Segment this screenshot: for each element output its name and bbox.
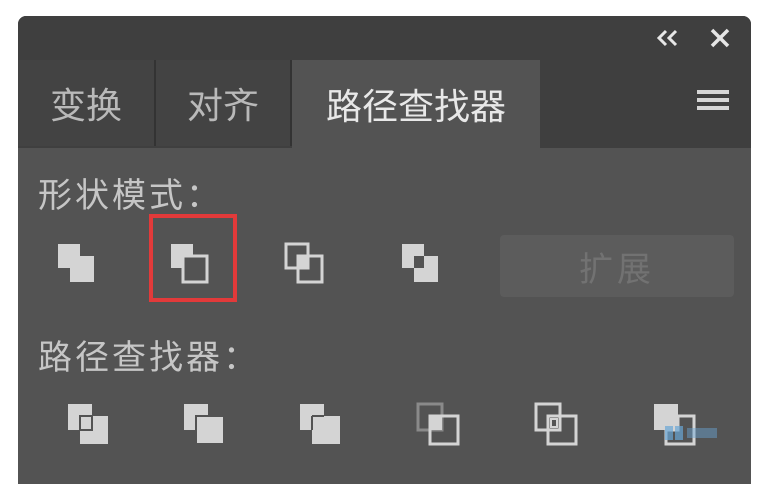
crop-icon[interactable] — [412, 398, 472, 458]
pathfinders-label: 路径查找器： — [38, 338, 260, 378]
panel-tabs: 变换 对齐 路径查找器 — [18, 60, 751, 148]
divide-icon[interactable] — [62, 398, 122, 458]
unite-icon[interactable] — [50, 236, 110, 296]
intersect-icon[interactable] — [278, 236, 338, 296]
exclude-icon[interactable] — [394, 236, 454, 296]
shape-modes-label: 形状模式： — [38, 176, 223, 216]
outline-icon[interactable] — [530, 398, 590, 458]
watermark-logo — [661, 422, 723, 460]
selection-highlight — [149, 214, 237, 302]
pathfinder-panel: 变换 对齐 路径查找器 形状模式： 扩展 路径查找器： — [18, 16, 751, 484]
tab-align[interactable]: 对齐 — [156, 60, 292, 146]
expand-button[interactable]: 扩展 — [500, 235, 734, 297]
trim-icon[interactable] — [178, 398, 238, 458]
panel-titlebar — [18, 16, 751, 60]
tab-transform[interactable]: 变换 — [18, 60, 156, 146]
tab-pathfinder[interactable]: 路径查找器 — [292, 60, 540, 148]
merge-icon[interactable] — [294, 398, 354, 458]
hamburger-menu-icon[interactable] — [697, 90, 729, 114]
double-chevron-left-icon[interactable] — [654, 24, 682, 52]
close-icon[interactable] — [706, 24, 734, 52]
